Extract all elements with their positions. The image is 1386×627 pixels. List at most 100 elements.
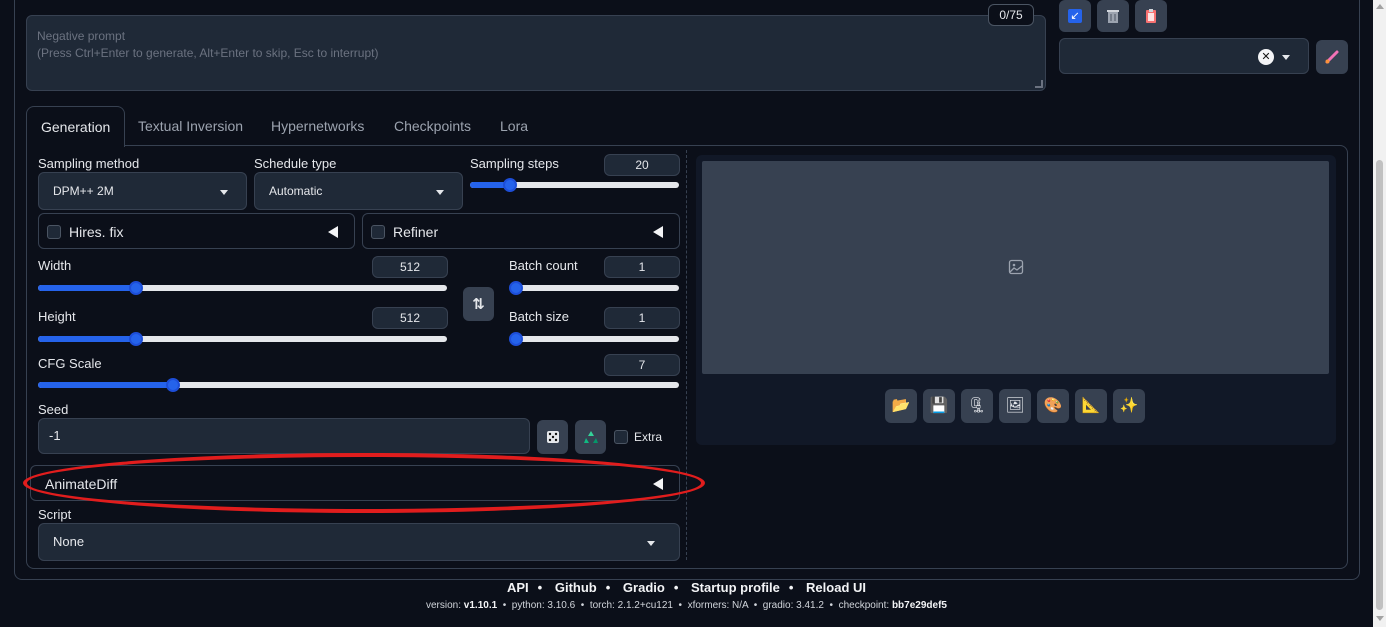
refiner-label: Refiner bbox=[393, 224, 439, 240]
sampling-method-dropdown[interactable]: DPM++ 2M bbox=[38, 172, 247, 210]
sparkles-icon: ✨ bbox=[1119, 397, 1139, 414]
negative-prompt-input[interactable]: Negative prompt (Press Ctrl+Enter to gen… bbox=[26, 15, 1046, 91]
animatediff-accordion[interactable]: AnimateDiff bbox=[30, 465, 680, 501]
hires-fix-checkbox[interactable] bbox=[47, 225, 61, 239]
refiner-accordion[interactable]: Refiner bbox=[362, 213, 680, 249]
clear-icon[interactable]: ✕ bbox=[1258, 49, 1274, 65]
refiner-checkbox[interactable] bbox=[371, 225, 385, 239]
torch-label: torch: bbox=[589, 600, 615, 611]
xformers-version: N/A bbox=[732, 600, 749, 611]
scroll-down-icon[interactable] bbox=[1376, 616, 1384, 621]
expand-triangle-icon[interactable] bbox=[328, 226, 338, 238]
expand-triangle-icon[interactable] bbox=[653, 478, 663, 490]
scroll-up-icon[interactable] bbox=[1376, 4, 1384, 9]
checkpoint-hash: bb7e29def5 bbox=[891, 600, 947, 611]
python-version: 3.10.6 bbox=[547, 600, 576, 611]
tab-hypernetworks[interactable]: Hypernetworks bbox=[257, 106, 378, 146]
schedule-type-dropdown[interactable]: Automatic bbox=[254, 172, 463, 210]
extra-checkbox[interactable] bbox=[614, 430, 628, 444]
open-folder-button[interactable]: 📂 bbox=[885, 389, 917, 423]
batch-size-slider[interactable] bbox=[509, 332, 679, 346]
sampling-steps-slider[interactable] bbox=[470, 178, 679, 192]
image-preview bbox=[702, 161, 1329, 374]
height-label: Height bbox=[38, 309, 76, 324]
slider-fill bbox=[38, 285, 137, 291]
send-to-inpaint-button[interactable]: 🎨 bbox=[1037, 389, 1069, 423]
animatediff-label: AnimateDiff bbox=[45, 476, 118, 492]
height-slider[interactable] bbox=[38, 332, 447, 346]
batch-count-slider[interactable] bbox=[509, 281, 679, 295]
version-label: version: bbox=[426, 600, 462, 611]
seed-input[interactable]: -1 bbox=[38, 418, 530, 454]
script-label: Script bbox=[38, 507, 72, 522]
dice-icon bbox=[546, 431, 559, 443]
sampling-method-label: Sampling method bbox=[38, 156, 140, 171]
script-value: None bbox=[53, 534, 85, 549]
expand-triangle-icon[interactable] bbox=[653, 226, 663, 238]
page-scrollbar[interactable] bbox=[1373, 0, 1386, 627]
sampling-method-value: DPM++ 2M bbox=[53, 184, 114, 198]
slider-handle[interactable] bbox=[165, 378, 180, 392]
hires-fix-label: Hires. fix bbox=[69, 224, 124, 240]
footer-link-startup-profile[interactable]: Startup profile bbox=[691, 580, 780, 595]
chevron-down-icon bbox=[1282, 55, 1290, 60]
slider-handle[interactable] bbox=[502, 178, 517, 192]
footer-link-reload-ui[interactable]: Reload UI bbox=[806, 580, 866, 595]
palette-icon: 🎨 bbox=[1043, 397, 1063, 414]
tab-checkpoints[interactable]: Checkpoints bbox=[380, 106, 485, 146]
trash-button[interactable] bbox=[1097, 0, 1129, 32]
paintbrush-icon bbox=[1325, 50, 1339, 64]
zip-button[interactable]: 🗜 bbox=[961, 389, 993, 423]
clipboard-icon bbox=[1146, 9, 1156, 23]
version-value: v1.10.1 bbox=[463, 600, 498, 611]
footer-link-api[interactable]: API bbox=[507, 580, 529, 595]
script-dropdown[interactable]: None bbox=[38, 523, 680, 561]
tab-lora[interactable]: Lora bbox=[486, 106, 542, 146]
slider-handle[interactable] bbox=[509, 281, 523, 295]
width-slider[interactable] bbox=[38, 281, 447, 295]
seed-label: Seed bbox=[38, 402, 69, 417]
slider-fill bbox=[38, 336, 137, 342]
trash-icon bbox=[1107, 10, 1119, 23]
chevron-down-icon bbox=[220, 190, 228, 195]
clipboard-button[interactable] bbox=[1135, 0, 1167, 32]
swap-icon: ⇅ bbox=[472, 296, 485, 313]
footer-links: API • Github • Gradio • Startup profile • Re… bbox=[506, 580, 867, 595]
chevron-down-icon bbox=[436, 190, 444, 195]
cfg-scale-slider[interactable] bbox=[38, 378, 679, 392]
reuse-seed-button[interactable] bbox=[575, 420, 606, 454]
batch-count-input[interactable]: 1 bbox=[604, 256, 680, 278]
tab-generation[interactable]: Generation bbox=[26, 106, 126, 147]
footer-link-github[interactable]: Github bbox=[555, 580, 597, 595]
width-input[interactable]: 512 bbox=[372, 256, 448, 278]
read-params-button[interactable]: ↙ bbox=[1059, 0, 1091, 32]
image-placeholder-icon bbox=[1008, 259, 1024, 275]
folder-icon: 📂 bbox=[891, 397, 911, 414]
upscale-button[interactable]: ✨ bbox=[1113, 389, 1145, 423]
hires-fix-accordion[interactable]: Hires. fix bbox=[38, 213, 355, 249]
batch-size-input[interactable]: 1 bbox=[604, 307, 680, 329]
swap-dimensions-button[interactable]: ⇅ bbox=[463, 287, 494, 321]
scrollbar-thumb[interactable] bbox=[1376, 160, 1383, 610]
tab-textual-inversion[interactable]: Textual Inversion bbox=[124, 106, 257, 146]
slider-handle[interactable] bbox=[509, 332, 523, 346]
gradio-label: gradio: bbox=[762, 600, 794, 611]
random-seed-button[interactable] bbox=[537, 420, 568, 454]
gradio-version: 3.41.2 bbox=[796, 600, 824, 611]
edit-styles-button[interactable] bbox=[1316, 40, 1348, 74]
resize-grip[interactable] bbox=[1035, 80, 1043, 88]
footer-link-gradio[interactable]: Gradio bbox=[623, 580, 665, 595]
send-to-img2img-button[interactable]: 🖼 bbox=[999, 389, 1031, 423]
styles-dropdown[interactable]: ✕ bbox=[1059, 38, 1309, 74]
checkpoint-label: checkpoint: bbox=[838, 600, 890, 611]
height-input[interactable]: 512 bbox=[372, 307, 448, 329]
batch-count-label: Batch count bbox=[509, 258, 578, 273]
schedule-type-value: Automatic bbox=[269, 184, 323, 198]
sampling-steps-input[interactable]: 20 bbox=[604, 154, 680, 176]
image-icon: 🖼 bbox=[1005, 397, 1025, 414]
cfg-scale-label: CFG Scale bbox=[38, 356, 102, 371]
save-button[interactable]: 💾 bbox=[923, 389, 955, 423]
send-to-extras-button[interactable]: 📐 bbox=[1075, 389, 1107, 423]
extra-label: Extra bbox=[634, 430, 663, 444]
cfg-scale-input[interactable]: 7 bbox=[604, 354, 680, 376]
